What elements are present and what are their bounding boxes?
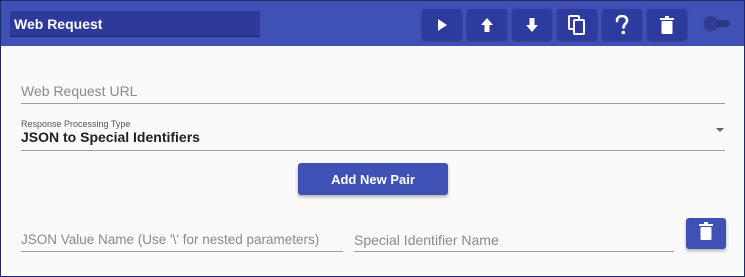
web-request-url-placeholder: Web Request URL bbox=[21, 83, 138, 99]
special-identifier-name-field[interactable]: Special Identifier Name bbox=[354, 227, 674, 252]
arrow-up-icon bbox=[480, 17, 494, 33]
copy-button[interactable] bbox=[557, 9, 597, 40]
response-processing-type-select[interactable]: Response Processing Type JSON to Special… bbox=[21, 119, 725, 151]
copy-icon bbox=[568, 14, 586, 35]
add-new-pair-button[interactable]: Add New Pair bbox=[298, 163, 448, 195]
trash-icon bbox=[660, 15, 674, 34]
json-value-name-field[interactable]: JSON Value Name (Use '\' for nested para… bbox=[21, 227, 343, 252]
play-button[interactable] bbox=[422, 9, 462, 40]
title-input[interactable] bbox=[10, 11, 260, 37]
special-identifier-name-placeholder: Special Identifier Name bbox=[354, 232, 499, 248]
web-request-card: Web Request URL Response Processing Type… bbox=[0, 0, 745, 277]
card-header bbox=[1, 1, 744, 46]
help-icon bbox=[615, 14, 629, 35]
delete-button[interactable] bbox=[647, 9, 687, 40]
play-icon bbox=[435, 18, 449, 32]
chevron-down-icon bbox=[716, 128, 724, 132]
arrow-down-icon bbox=[525, 17, 539, 33]
toggle-knob bbox=[704, 16, 718, 30]
web-request-url-field[interactable]: Web Request URL bbox=[21, 79, 725, 104]
json-value-name-placeholder: JSON Value Name (Use '\' for nested para… bbox=[21, 232, 320, 247]
delete-pair-button[interactable] bbox=[686, 218, 726, 249]
response-processing-type-label: Response Processing Type bbox=[21, 119, 131, 129]
trash-icon bbox=[699, 222, 713, 245]
enable-toggle[interactable] bbox=[704, 16, 730, 30]
help-button[interactable] bbox=[602, 9, 642, 40]
move-up-button[interactable] bbox=[467, 9, 507, 40]
response-processing-type-value: JSON to Special Identifiers bbox=[21, 129, 200, 145]
move-down-button[interactable] bbox=[512, 9, 552, 40]
